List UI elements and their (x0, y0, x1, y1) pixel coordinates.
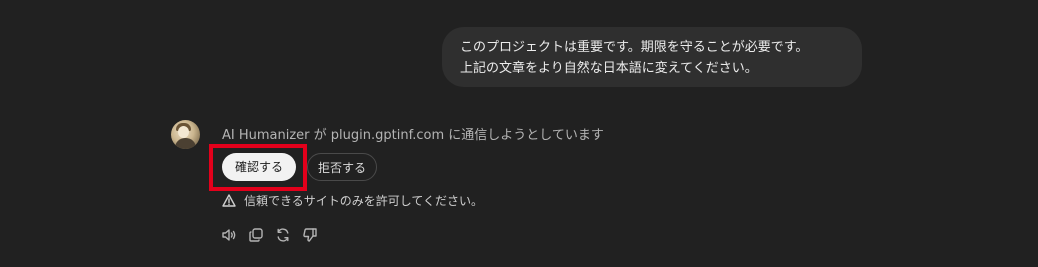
user-message-line-2: 上記の文章をより自然な日本語に変えてください。 (460, 61, 758, 76)
copy-icon[interactable] (247, 226, 264, 243)
user-message-bubble: このプロジェクトは重要です。期限を守ることが必要です。 上記の文章をより自然な日… (442, 27, 862, 87)
plugin-status-text: AI Humanizer が plugin.gptinf.com に通信しようと… (222, 128, 604, 143)
warning-notice: 信頼できるサイトのみを許可してください。 (222, 192, 483, 209)
avatar-face (178, 126, 189, 138)
deny-button[interactable]: 拒否する (307, 153, 377, 181)
ai-humanizer-avatar (171, 120, 200, 149)
thumbs-down-icon[interactable] (301, 226, 318, 243)
warning-text: 信頼できるサイトのみを許可してください。 (244, 194, 484, 208)
avatar-body (175, 138, 196, 149)
speaker-icon[interactable] (220, 226, 237, 243)
warning-triangle-icon (222, 194, 236, 207)
confirm-button[interactable]: 確認する (222, 153, 296, 181)
regenerate-icon[interactable] (274, 226, 291, 243)
user-message-line-1: このプロジェクトは重要です。期限を守ることが必要です。 (460, 40, 809, 55)
message-actions (220, 226, 318, 243)
chat-stage: このプロジェクトは重要です。期限を守ることが必要です。 上記の文章をより自然な日… (0, 0, 1038, 267)
